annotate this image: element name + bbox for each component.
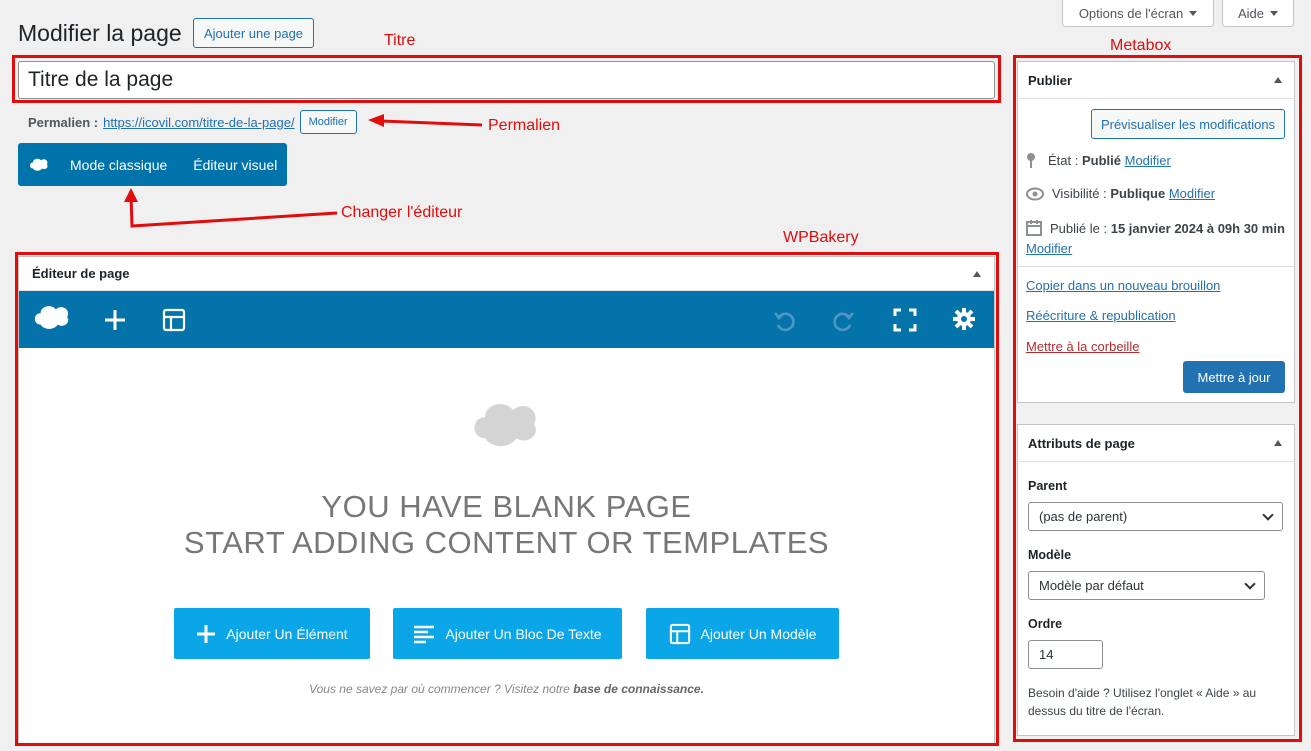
annotation-box-wpbakery	[15, 252, 999, 746]
annotation-box-metabox	[1013, 55, 1302, 742]
annotation-box-titre	[12, 55, 1001, 103]
